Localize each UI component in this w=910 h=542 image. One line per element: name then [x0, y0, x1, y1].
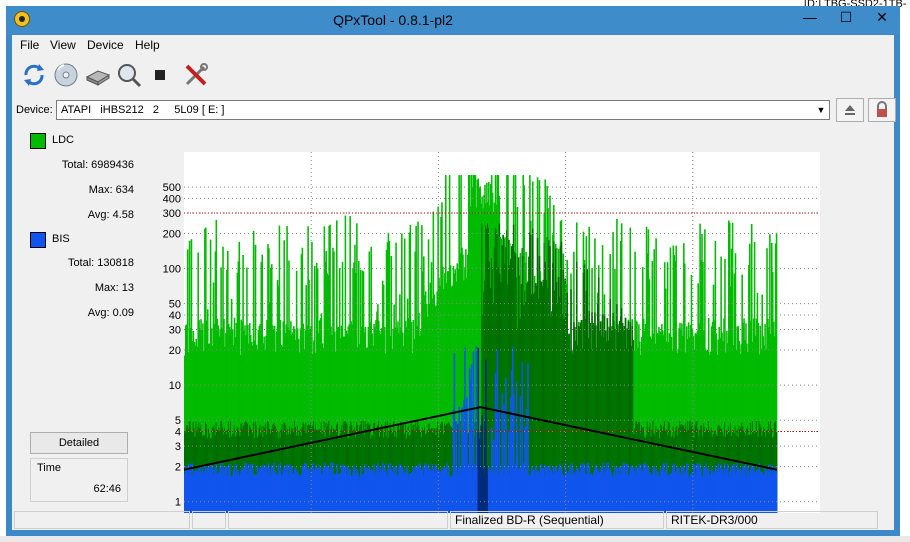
- maximize-icon[interactable]: ☐: [828, 6, 864, 28]
- window-title: QPxTool - 0.8.1-pl2: [333, 12, 453, 28]
- menu-file[interactable]: File: [20, 38, 39, 52]
- bis-avg: Avg: 0.09: [87, 307, 134, 319]
- menu-view[interactable]: View: [50, 38, 76, 52]
- bis-max: Max: 13: [94, 282, 134, 294]
- time-box: Time 62:46: [30, 458, 128, 502]
- y-left-tick-label: 4: [175, 427, 181, 439]
- device-label: Device:: [16, 104, 53, 116]
- minimize-icon[interactable]: —: [792, 6, 828, 28]
- toolbar: [12, 57, 894, 95]
- scan-chart-svg: 10 GB20 GB30 GB40 GB12345102030405010020…: [163, 152, 820, 514]
- title-bar[interactable]: QPxTool - 0.8.1-pl2 — ☐ ✕: [6, 6, 900, 34]
- chevron-down-icon[interactable]: ▼: [813, 101, 829, 119]
- refresh-icon[interactable]: [20, 61, 48, 89]
- menu-device[interactable]: Device: [87, 38, 124, 52]
- status-cell-2: [192, 511, 226, 529]
- ldc-avg: Avg: 4.58: [87, 209, 134, 221]
- ldc-total: Total: 6989436: [61, 159, 134, 171]
- y-left-tick-label: 50: [169, 299, 181, 311]
- status-bar: Finalized BD-R (Sequential) RITEK-DR3/00…: [12, 509, 894, 529]
- stop-icon[interactable]: [146, 61, 174, 89]
- y-left-tick-label: 3: [175, 441, 181, 453]
- y-left-tick-label: 40: [169, 310, 181, 322]
- device-select[interactable]: ATAPI iHBS212 2 5L09 [ E: ] ▼: [56, 100, 830, 120]
- y-left-tick-label: 500: [163, 182, 181, 194]
- y-left-tick-label: 20: [169, 345, 181, 357]
- ldc-legend-label: LDC: [52, 134, 75, 146]
- lock-button[interactable]: [868, 98, 896, 122]
- time-label: Time: [37, 462, 62, 474]
- status-cell-1: [14, 511, 190, 529]
- menu-bar: File View Device Help: [12, 35, 894, 55]
- device-value: ATAPI iHBS212 2 5L09 [ E: ]: [61, 104, 225, 116]
- ldc-legend-swatch: [30, 133, 46, 149]
- y-left-tick-label: 10: [169, 380, 181, 392]
- desktop-background-right: [900, 0, 910, 542]
- close-icon[interactable]: ✕: [864, 6, 900, 28]
- ldc-max: Max: 634: [88, 184, 134, 196]
- y-left-tick-label: 5: [175, 415, 181, 427]
- desktop-background-bottom: [0, 536, 910, 542]
- menu-help[interactable]: Help: [135, 38, 160, 52]
- y-left-tick-label: 400: [163, 193, 181, 205]
- detailed-button[interactable]: Detailed: [30, 432, 128, 454]
- bis-legend-swatch: [30, 232, 46, 248]
- drive-icon[interactable]: [84, 61, 112, 89]
- tools-icon[interactable]: [182, 61, 210, 89]
- y-left-tick-label: 2: [175, 462, 181, 474]
- time-value: 62:46: [93, 483, 121, 495]
- disc-info-icon[interactable]: [52, 61, 80, 89]
- status-cell-3: [228, 511, 448, 529]
- scan-chart: 10 GB20 GB30 GB40 GB12345102030405010020…: [152, 132, 860, 515]
- qpxtool-window: QPxTool - 0.8.1-pl2 — ☐ ✕ File View Devi…: [6, 6, 900, 536]
- y-left-tick-label: 300: [163, 208, 181, 220]
- y-left-tick-label: 100: [163, 264, 181, 276]
- y-left-tick-label: 200: [163, 228, 181, 240]
- stats-panel: LDC Total: 6989436 Max: 634 Avg: 4.58 BI…: [12, 125, 142, 505]
- bis-total: Total: 130818: [67, 257, 134, 269]
- eject-button[interactable]: [836, 98, 864, 122]
- status-media-type: Finalized BD-R (Sequential): [450, 511, 664, 529]
- y-left-tick-label: 1: [175, 497, 181, 509]
- scan-icon[interactable]: [115, 61, 143, 89]
- bis-bar: [775, 472, 778, 513]
- device-row: Device: ATAPI iHBS212 2 5L09 [ E: ] ▼: [12, 97, 896, 123]
- client-area: File View Device Help Device: ATAPI iHBS…: [12, 35, 896, 530]
- y-left-tick-label: 30: [169, 325, 181, 337]
- status-media-id: RITEK-DR3/000: [666, 511, 878, 529]
- bis-legend-label: BIS: [52, 233, 70, 245]
